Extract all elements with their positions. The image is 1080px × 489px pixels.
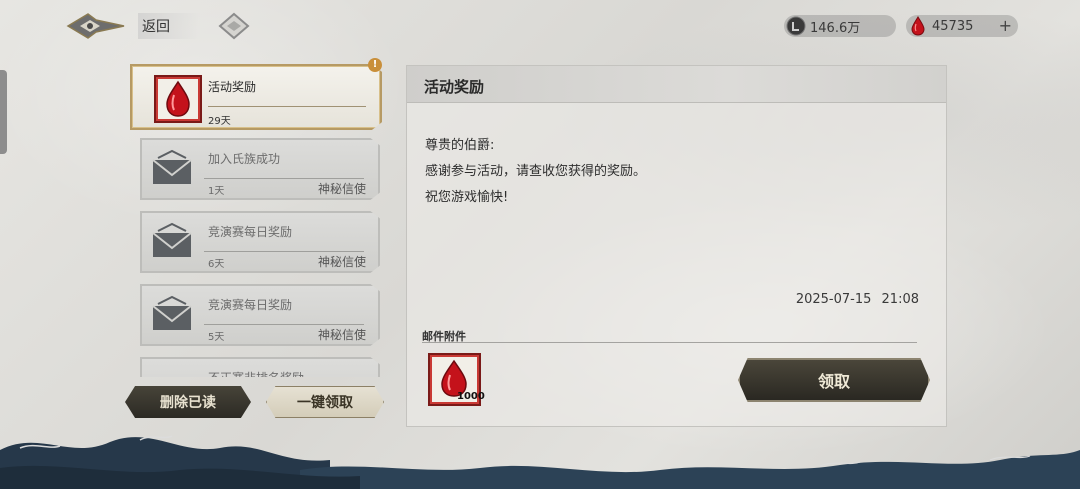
back-button[interactable]: 返回 xyxy=(66,10,200,42)
mail-days-left: 6天 xyxy=(208,259,225,270)
silver-coin-icon xyxy=(786,16,806,36)
divider xyxy=(422,342,917,343)
add-gem-button[interactable]: + xyxy=(999,15,1012,37)
mail-days-left: 29天 xyxy=(208,116,231,127)
silver-amount: 146.6万 xyxy=(810,20,861,36)
mail-timestamp: 2025-07-15 21:08 xyxy=(796,292,919,307)
divider xyxy=(208,106,366,107)
mail-item[interactable]: 竞演赛每日奖励 5天 神秘信使 xyxy=(140,284,380,346)
mail-list[interactable]: 活动奖励 29天 加入氏族成功 1天 神秘信使 竞演赛每日奖励 6天 神秘信使 xyxy=(130,62,390,377)
claim-button[interactable]: 领取 xyxy=(738,358,930,402)
wave-decoration xyxy=(0,435,1080,489)
red-gem-icon xyxy=(154,75,202,123)
mail-time: 21:08 xyxy=(881,292,919,307)
mail-item-selected[interactable]: 活动奖励 29天 xyxy=(130,64,382,130)
divider xyxy=(204,178,364,179)
envelope-icon xyxy=(150,367,194,377)
attachment-quantity: 1000 xyxy=(457,391,485,402)
divider xyxy=(204,324,364,325)
mail-greeting: 尊贵的伯爵: xyxy=(425,138,495,153)
mail-item[interactable]: 加入氏族成功 1天 神秘信使 xyxy=(140,138,380,200)
detail-title: 活动奖励 xyxy=(424,78,485,96)
detail-header: 活动奖励 xyxy=(407,66,946,103)
silver-currency: 146.6万 xyxy=(784,15,896,37)
red-gem-icon xyxy=(911,16,925,36)
back-label: 返回 xyxy=(138,13,200,39)
mail-sender: 神秘信使 xyxy=(317,255,366,269)
mail-days-left: 1天 xyxy=(208,186,225,197)
mail-title: 竞演赛每日奖励 xyxy=(208,225,293,239)
mail-title: 不正赛非排名奖励 xyxy=(208,369,304,377)
mail-item[interactable]: 竞演赛每日奖励 6天 神秘信使 xyxy=(140,211,380,273)
gem-amount: 45735 xyxy=(932,18,974,34)
delete-read-button[interactable]: 删除已读 xyxy=(125,386,251,418)
side-drawer-handle[interactable] xyxy=(0,70,7,154)
mail-date: 2025-07-15 xyxy=(795,292,872,307)
claim-all-button[interactable]: 一键领取 xyxy=(266,386,384,418)
ornate-arrow-icon xyxy=(66,13,125,39)
mail-body-line: 感谢参与活动，请查收您获得的奖励。 xyxy=(425,164,647,179)
mail-detail-panel: 活动奖励 尊贵的伯爵: 感谢参与活动，请查收您获得的奖励。 祝您游戏愉快! 20… xyxy=(406,65,947,427)
mail-title: 竞演赛每日奖励 xyxy=(208,298,293,312)
divider xyxy=(204,251,364,252)
mail-days-left: 5天 xyxy=(208,332,225,343)
mail-sender: 神秘信使 xyxy=(317,328,366,342)
mail-item[interactable]: 不正赛非排名奖励 xyxy=(140,357,380,377)
mail-title: 活动奖励 xyxy=(208,80,257,94)
gem-currency: 45735 + xyxy=(906,15,1018,37)
envelope-icon xyxy=(152,149,192,184)
home-diamond-icon[interactable] xyxy=(218,12,250,40)
mail-sender: 神秘信使 xyxy=(317,182,366,196)
mail-body-line: 祝您游戏愉快! xyxy=(425,190,509,205)
envelope-icon xyxy=(152,295,192,330)
envelope-icon xyxy=(152,222,192,257)
alert-icon: ! xyxy=(368,58,382,72)
mail-title: 加入氏族成功 xyxy=(208,152,281,166)
